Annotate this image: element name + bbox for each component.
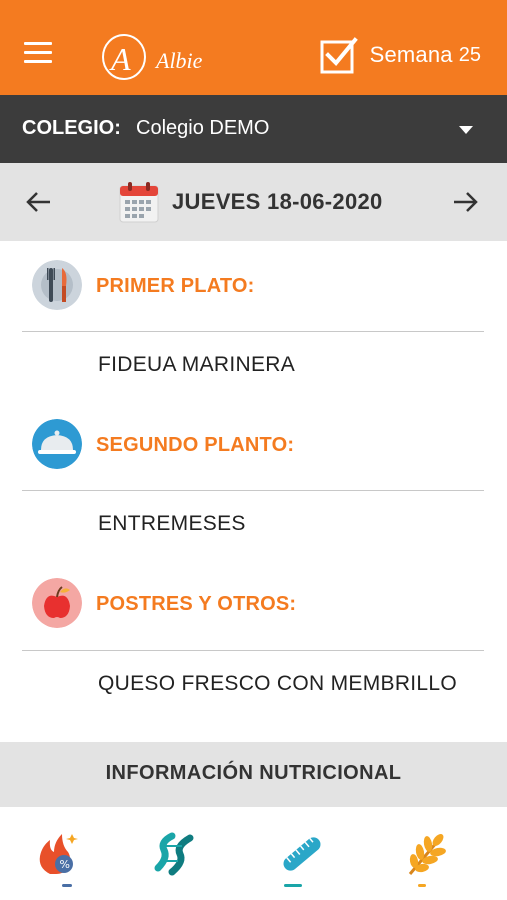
apple-icon	[32, 578, 82, 628]
nutrition-title: INFORMACIÓN NUTRICIONAL	[105, 762, 402, 784]
section-title-second-course: SEGUNDO PLANTO:	[96, 434, 295, 456]
dropdown-caret-icon[interactable]	[459, 126, 473, 134]
nutrition-tabs: %	[0, 808, 507, 900]
week-number: 25	[458, 43, 481, 66]
selected-date: JUEVES 18-06-2020	[172, 189, 383, 214]
cutlery-icon	[32, 260, 82, 310]
measure-tab-indicator	[284, 884, 302, 887]
protein-helix-icon	[154, 832, 194, 876]
dish-first-course: FIDEUA MARINERA	[98, 353, 296, 376]
svg-text:%: %	[60, 858, 70, 871]
protein-tab[interactable]	[150, 828, 206, 888]
calories-tab[interactable]: %	[36, 828, 92, 888]
measure-tab[interactable]	[276, 828, 332, 888]
school-value: Colegio DEMO	[136, 117, 270, 139]
school-label: COLEGIO:	[22, 117, 121, 139]
checkbox-checked-icon	[320, 37, 358, 74]
dish-second-course: ENTREMESES	[98, 512, 246, 535]
section-title-desserts: POSTRES Y OTROS:	[96, 593, 297, 615]
calories-tab-indicator	[62, 884, 72, 887]
wheat-icon	[408, 834, 446, 875]
section-title-first-course: PRIMER PLATO:	[96, 275, 255, 297]
divider	[22, 650, 484, 651]
divider	[22, 331, 484, 332]
calories-icon: %	[39, 834, 78, 874]
dish-desserts: QUESO FRESCO CON MEMBRILLO	[98, 672, 458, 695]
week-label: Semana	[369, 42, 453, 67]
hamburger-menu-icon[interactable]	[24, 42, 52, 64]
previous-day-arrow-icon[interactable]	[22, 185, 56, 219]
week-selector[interactable]: Semana 25	[320, 36, 481, 74]
cereals-tab-indicator	[418, 884, 426, 887]
next-day-arrow-icon[interactable]	[448, 185, 482, 219]
divider	[22, 490, 484, 491]
brand-name: Albie	[156, 48, 203, 73]
school-selector[interactable]: COLEGIO: Colegio DEMO	[0, 95, 507, 163]
cereals-tab[interactable]	[402, 828, 458, 888]
measure-icon	[283, 837, 321, 871]
calendar-icon[interactable]	[119, 181, 159, 223]
cloche-icon	[32, 419, 82, 469]
svg-text:A: A	[109, 41, 131, 77]
